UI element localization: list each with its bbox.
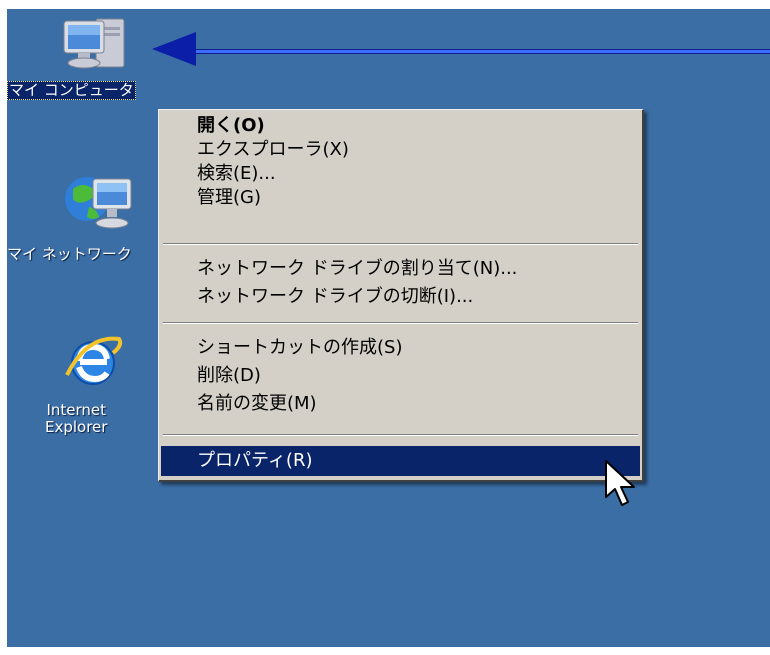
menu-item-disconnect-network-drive[interactable]: ネットワーク ドライブの切断(I)... [161, 286, 640, 307]
desktop-icon-label: Internet Explorer [45, 402, 107, 436]
context-menu: 開く(O) エクスプローラ(X) 検索(E)... 管理(G) ネットワーク ド… [158, 109, 644, 482]
menu-item-delete[interactable]: 削除(D) [161, 365, 640, 386]
mouse-pointer-icon [605, 460, 635, 506]
menu-item-open[interactable]: 開く(O) [161, 115, 640, 136]
internet-explorer-icon [65, 336, 123, 385]
desktop-icon-label-line2: Explorer [45, 418, 108, 436]
menu-item-create-shortcut[interactable]: ショートカットの作成(S) [161, 337, 640, 358]
menu-item-manage[interactable]: 管理(G) [161, 187, 640, 208]
menu-item-map-network-drive[interactable]: ネットワーク ドライブの割り当て(N)... [161, 258, 640, 279]
menu-separator [163, 243, 638, 245]
menu-item-properties[interactable]: プロパティ(R) [161, 446, 640, 476]
desktop: マイ コンピュータ マイ ネットワーク Internet Explorer 開く… [7, 9, 770, 647]
menu-item-rename[interactable]: 名前の変更(M) [161, 393, 640, 414]
menu-item-explore[interactable]: エクスプローラ(X) [161, 139, 640, 160]
menu-item-search[interactable]: 検索(E)... [161, 163, 640, 184]
annotation-arrow-shaft [193, 49, 770, 54]
desktop-icon-label-line1: Internet [46, 401, 107, 419]
menu-separator [163, 434, 638, 436]
desktop-icon-internet-explorer[interactable]: Internet Explorer [7, 9, 157, 449]
menu-separator [163, 322, 638, 324]
